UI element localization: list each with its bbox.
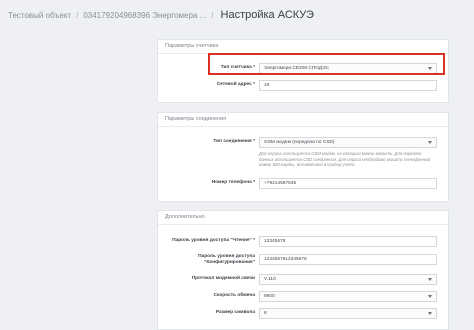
network-address-label: Сетевой адрес * <box>216 82 255 87</box>
modem-protocol-select[interactable]: V.110 <box>259 274 437 285</box>
config-password-input[interactable]: 1234567812345678 <box>259 254 437 265</box>
meter-type-label: Тип счетчика * <box>220 65 255 70</box>
read-password-label: Пароль уровня доступа "Чтение" * <box>172 238 255 243</box>
chevron-down-icon <box>428 312 432 315</box>
char-size-select[interactable]: 8 <box>259 308 437 319</box>
meter-type-value: Энергомера CE208 СПОДЭС <box>264 66 330 71</box>
page-title: Настройка АСКУЭ <box>220 9 314 21</box>
read-password-input[interactable]: 12345678 <box>259 236 437 247</box>
breadcrumb: Тестовый объект / 034179204968396 Энерго… <box>0 0 474 30</box>
baud-rate-value: 9600 <box>264 294 275 299</box>
phone-input[interactable]: +79214587636 <box>259 178 437 189</box>
baud-rate-label: Скорость обмена <box>213 293 255 298</box>
breadcrumb-separator: / <box>211 10 214 20</box>
additional-panel: Дополнительно Пароль уровня доступа "Чте… <box>157 210 449 330</box>
breadcrumb-separator: / <box>76 10 79 20</box>
breadcrumb-item-meter[interactable]: 034179204968396 Энергомера ... <box>83 11 206 20</box>
breadcrumb-item-object[interactable]: Тестовый объект <box>8 11 71 20</box>
connection-hint: Для опроса используется GSM модем, на ко… <box>259 151 431 168</box>
connection-params-panel: Параметры соединения Тип соединения * GS… <box>157 112 449 202</box>
panel-header: Параметры счетчика <box>158 40 448 54</box>
chevron-down-icon <box>428 278 432 281</box>
modem-protocol-value: V.110 <box>264 277 276 282</box>
network-address-input[interactable]: 16 <box>259 80 437 91</box>
char-size-label: Размер символа <box>215 310 255 315</box>
panel-header: Параметры соединения <box>158 113 448 127</box>
chevron-down-icon <box>428 295 432 298</box>
char-size-value: 8 <box>264 311 267 316</box>
baud-rate-select[interactable]: 9600 <box>259 291 437 302</box>
connection-type-value: GSM модем (передача по CSD) <box>264 140 335 145</box>
panel-header: Дополнительно <box>158 211 448 225</box>
meter-params-panel: Параметры счетчика Тип счетчика * Энерго… <box>157 39 449 103</box>
connection-type-select[interactable]: GSM модем (передача по CSD) <box>259 137 437 148</box>
chevron-down-icon <box>428 67 432 70</box>
modem-protocol-label: Протокол модемной связи <box>191 276 255 281</box>
meter-type-select[interactable]: Энергомера CE208 СПОДЭС <box>259 63 437 74</box>
config-password-label: Пароль уровня доступа "Конфигурирование" <box>198 254 255 265</box>
connection-type-label: Тип соединения * <box>213 139 255 144</box>
chevron-down-icon <box>428 141 432 144</box>
phone-label: Номер телефона * <box>211 180 255 185</box>
